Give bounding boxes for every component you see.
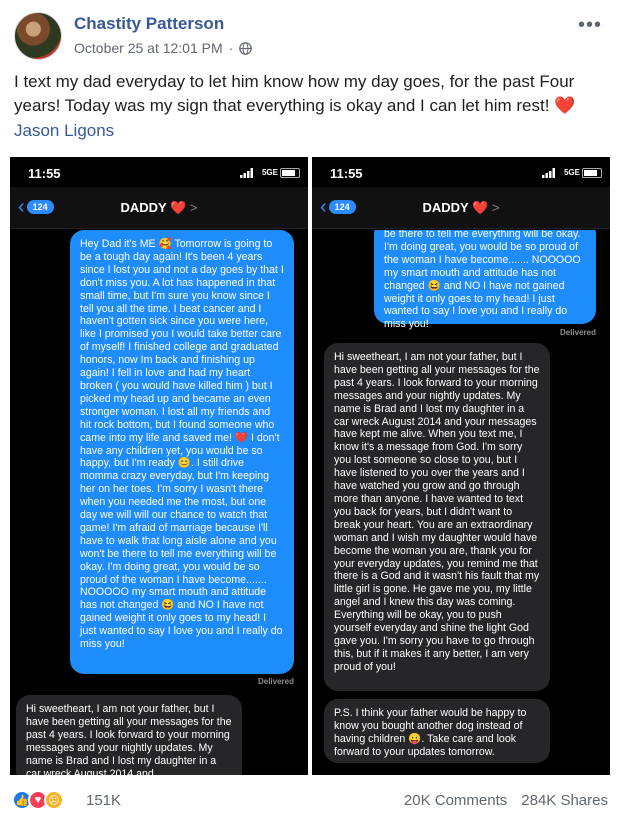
conversation-header: ‹ 124 DADDY ❤️ > <box>10 187 308 229</box>
heart-emoji: ❤️ <box>554 96 576 115</box>
chat-thread[interactable]: Hey Dad it's ME 🥰 Tomorrow is going to b… <box>10 230 308 775</box>
status-bar: 11:55 5GE <box>10 157 308 187</box>
outgoing-message[interactable]: be there to tell me everything will be o… <box>374 230 596 330</box>
comments-count[interactable]: 20K Comments <box>404 792 507 809</box>
heart-icon: ❤️ <box>472 200 489 215</box>
delivered-label: Delivered <box>559 328 596 337</box>
battery-icon <box>582 168 602 178</box>
post-text: I text my dad everyday to let him know h… <box>14 70 610 118</box>
contact-name-button[interactable]: DADDY ❤️ > <box>312 200 610 216</box>
post-header: Chastity Patterson October 25 at 12:01 P… <box>12 10 608 66</box>
post-body: I text my dad everyday to let him know h… <box>14 72 575 115</box>
signal-icon <box>240 168 253 178</box>
message-screenshot-right[interactable]: 11:55 5GE ‹ 124 DADDY ❤️ > be there to t… <box>312 157 610 775</box>
reaction-count[interactable]: 151K <box>86 792 121 809</box>
author-name[interactable]: Chastity Patterson <box>74 14 224 34</box>
network-label: 5GE <box>563 168 580 177</box>
conversation-header: ‹ 124 DADDY ❤️ > <box>312 187 610 229</box>
reactions-bar: 👍 ♥ ☹ 151K 20K Comments 284K Shares <box>12 786 608 816</box>
post-timestamp[interactable]: October 25 at 12:01 PM <box>74 40 223 56</box>
contact-name: DADDY <box>422 200 469 215</box>
status-bar: 11:55 5GE <box>312 157 610 187</box>
message-screenshot-left[interactable]: 11:55 5GE ‹ 124 DADDY ❤️ > Hey Dad it's … <box>10 157 308 775</box>
delivered-label: Delivered <box>257 677 294 686</box>
post-meta: October 25 at 12:01 PM · <box>74 40 253 56</box>
incoming-message[interactable]: Hi sweetheart, I am not your father, but… <box>324 343 550 691</box>
more-options-button[interactable]: ••• <box>578 14 602 37</box>
shares-count[interactable]: 284K Shares <box>521 792 608 809</box>
sad-icon: ☹ <box>44 790 64 810</box>
globe-icon[interactable] <box>239 41 253 55</box>
engagement-stats: 20K Comments 284K Shares <box>404 792 608 809</box>
heart-icon: ❤️ <box>170 200 187 215</box>
incoming-message-ps[interactable]: P.S. I think your father would be happy … <box>324 699 550 763</box>
reaction-icons[interactable]: 👍 ♥ ☹ <box>12 790 64 810</box>
contact-name: DADDY <box>120 200 167 215</box>
chat-thread[interactable]: be there to tell me everything will be o… <box>312 230 610 775</box>
status-time: 11:55 <box>28 166 61 181</box>
network-label: 5GE <box>261 168 278 177</box>
contact-name-button[interactable]: DADDY ❤️ > <box>10 200 308 216</box>
avatar[interactable] <box>14 12 62 60</box>
outgoing-message[interactable]: Hey Dad it's ME 🥰 Tomorrow is going to b… <box>70 230 294 674</box>
incoming-message[interactable]: Hi sweetheart, I am not your father, but… <box>16 695 242 775</box>
meta-separator: · <box>228 40 234 56</box>
chevron-right-icon: > <box>491 200 500 215</box>
signal-icon <box>542 168 555 178</box>
tagged-person-link[interactable]: Jason Ligons <box>14 121 114 141</box>
chevron-right-icon: > <box>189 200 198 215</box>
battery-icon <box>280 168 300 178</box>
status-time: 11:55 <box>330 166 363 181</box>
